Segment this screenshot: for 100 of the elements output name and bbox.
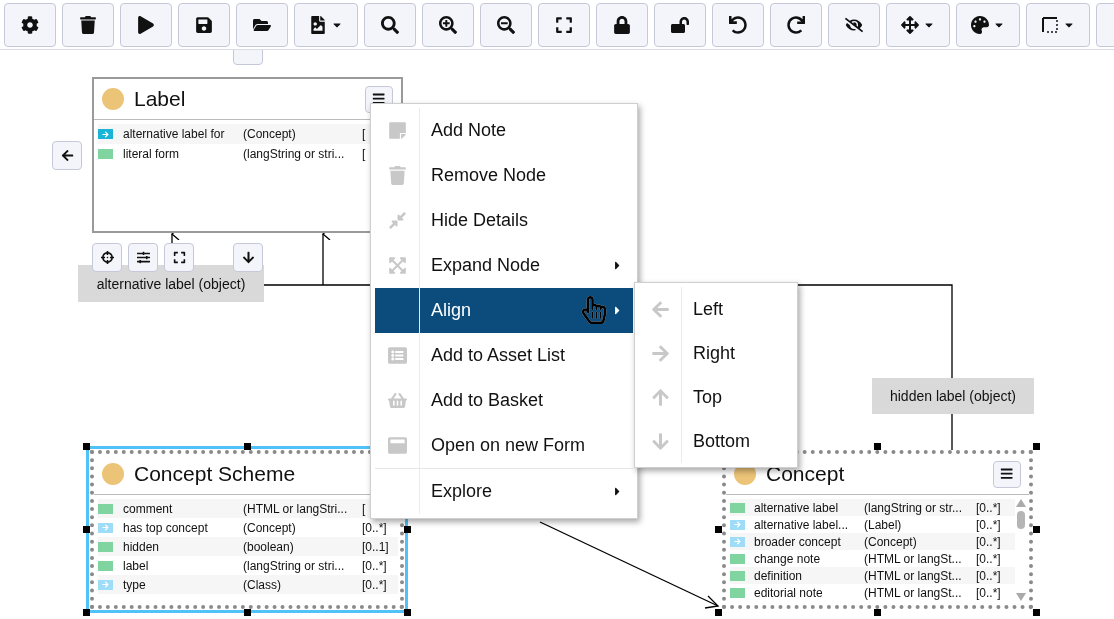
scrollbar[interactable] [1015, 499, 1027, 601]
menu-item[interactable]: Bottom [639, 419, 793, 463]
toolbar-button[interactable] [654, 2, 706, 47]
property-multiplicity: [0..*] [976, 517, 1002, 532]
property-type: (HTML or langSt... [864, 585, 963, 600]
property-type: (Label) [864, 517, 903, 532]
node-tool-button[interactable] [52, 141, 82, 170]
menu-item[interactable]: Explore [375, 468, 633, 514]
play-icon [137, 15, 155, 34]
menu-item[interactable]: Top [639, 375, 793, 419]
property-type: (boolean) [243, 539, 295, 554]
resize-handle[interactable] [83, 526, 90, 533]
resize-handle[interactable] [715, 526, 722, 533]
toolbar-button[interactable] [294, 2, 358, 47]
arrow-down-icon [650, 431, 670, 451]
menu-item[interactable]: Remove Node [375, 153, 633, 198]
resize-handle[interactable] [1033, 526, 1040, 533]
node-title: Concept Scheme [134, 462, 297, 486]
toolbar-button[interactable] [596, 2, 648, 47]
image-file-icon [309, 15, 327, 34]
property-name: alternative label... [754, 517, 850, 532]
fullscreen-icon [555, 15, 573, 34]
resize-handle[interactable] [715, 609, 722, 616]
node-tool-button[interactable] [164, 243, 194, 272]
resize-handle[interactable] [1033, 443, 1040, 450]
toolbar-button[interactable] [364, 2, 416, 47]
property-type: (HTML or langSt... [864, 568, 963, 583]
property-type: (HTML or langStri... [243, 501, 349, 516]
toolbar-button[interactable] [886, 2, 950, 47]
move-icon [901, 15, 919, 34]
toolbar-button[interactable] [62, 2, 114, 47]
search-icon [381, 15, 399, 34]
toolbar-button[interactable] [236, 2, 288, 47]
scroll-thumb[interactable] [1017, 511, 1025, 529]
property-type: (Class) [243, 577, 282, 592]
property-type: (Concept) [243, 520, 297, 535]
property-type: (langString or str... [864, 500, 964, 515]
menu-item[interactable]: Right [639, 331, 793, 375]
property-multiplicity: [0..*] [362, 520, 388, 535]
property-name: hidden [123, 539, 161, 554]
toolbar-button[interactable] [770, 2, 822, 47]
node-tool-button[interactable] [92, 243, 122, 272]
toolbar-button[interactable] [422, 2, 474, 47]
node-title: Label [134, 87, 187, 111]
menu-item[interactable]: Add to Asset List [375, 333, 633, 378]
node-menu-button[interactable] [993, 460, 1021, 488]
menu-item[interactable]: Left [639, 287, 793, 331]
resize-handle[interactable] [83, 609, 90, 616]
property-name: comment [123, 501, 174, 516]
arrow-left-icon [650, 299, 670, 319]
lock-icon [613, 15, 631, 34]
redo-icon [787, 15, 805, 34]
toolbar-button[interactable] [480, 2, 532, 47]
property-multiplicity: [0..*] [976, 568, 1002, 583]
property-name: label [123, 558, 150, 573]
toolbar-button[interactable] [956, 2, 1020, 47]
node-tool-button[interactable] [233, 243, 263, 272]
class-node[interactable]: Concept Scheme comment (HTML or langStri... [ has top concept (Concept) [0..*] hidden (boolean) [0..1] label (langString or stri... [0..*] type (Class) [0..*] [86, 446, 408, 613]
toolbar-button[interactable] [178, 2, 230, 47]
selection-icon [1041, 15, 1059, 34]
arrow-left-icon [60, 149, 74, 162]
property-type: (Concept) [864, 534, 918, 549]
toolbar-button[interactable] [1026, 2, 1090, 47]
resize-handle[interactable] [83, 443, 90, 450]
menu-item[interactable]: Hide Details [375, 198, 633, 243]
toolbar-button[interactable] [120, 2, 172, 47]
resize-handle[interactable] [243, 443, 251, 450]
menu-item[interactable]: Add Note [375, 108, 633, 153]
toolbar-button[interactable] [538, 2, 590, 47]
compress-icon [387, 211, 407, 230]
resize-handle[interactable] [1033, 609, 1040, 616]
property-multiplicity: [0..*] [976, 551, 1002, 566]
toolbar-button[interactable] [4, 2, 56, 47]
note-icon [387, 121, 407, 140]
trash-icon [79, 15, 97, 34]
resize-handle[interactable] [404, 609, 411, 616]
menu-item[interactable]: Align [375, 288, 633, 333]
fullscreen-icon [172, 251, 186, 264]
zoom-in-icon [439, 15, 457, 34]
unlock-icon [671, 15, 689, 34]
crosshair-icon [100, 251, 114, 264]
class-dot-icon [102, 463, 124, 485]
resize-handle[interactable] [874, 609, 881, 616]
property-name: has top concept [123, 520, 209, 535]
property-multiplicity: [ [362, 147, 367, 161]
property-name: literal form [123, 147, 180, 161]
expand-icon [387, 256, 407, 275]
hidden-eye-icon [845, 15, 863, 34]
resize-handle[interactable] [404, 526, 411, 533]
edge-label: hidden label (object) [872, 378, 1034, 414]
toolbar-button[interactable] [712, 2, 764, 47]
resize-handle[interactable] [243, 609, 251, 616]
menu-item[interactable]: Add to Basket [375, 378, 633, 423]
trash-icon [387, 166, 407, 185]
gear-icon [21, 15, 39, 34]
resize-handle[interactable] [874, 443, 881, 450]
node-tool-button[interactable] [128, 243, 158, 272]
property-name: change note [754, 551, 822, 566]
toolbar-button[interactable] [828, 2, 880, 47]
window-icon [387, 436, 407, 455]
